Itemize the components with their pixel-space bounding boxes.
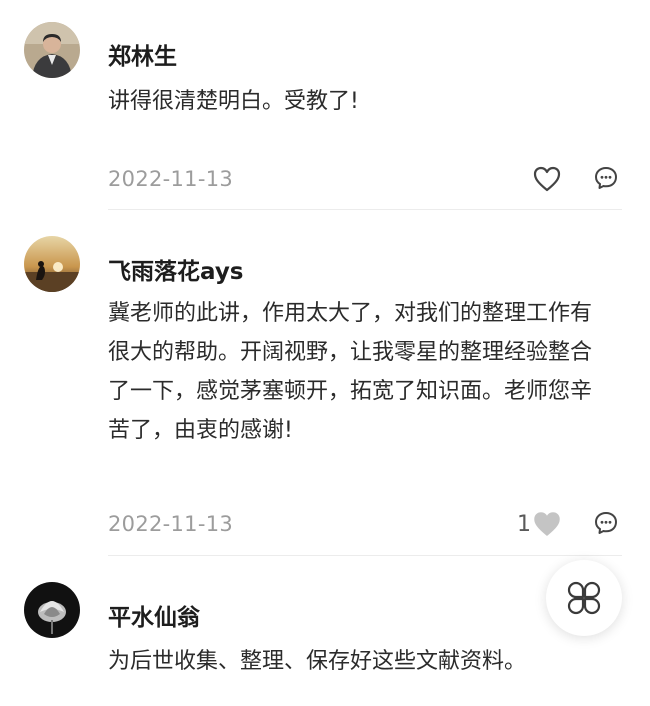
comment-item: 飞雨落花ays 冀老师的此讲，作用太大了，对我们的整理工作有很大的帮助。开阔视野… xyxy=(0,210,650,556)
avatar[interactable] xyxy=(24,236,80,292)
avatar[interactable] xyxy=(24,22,80,78)
comment-text: 讲得很清楚明白。受教了! xyxy=(108,89,359,114)
like-button[interactable]: 1 xyxy=(514,509,564,539)
author-name[interactable]: 平水仙翁 xyxy=(108,598,200,632)
floating-menu-button[interactable] xyxy=(546,560,622,636)
comment-item: 郑林生 讲得很清楚明白。受教了! 2022-11-13 xyxy=(0,0,650,210)
like-button[interactable] xyxy=(530,164,562,194)
comment-bubble-icon xyxy=(595,167,617,189)
reply-button[interactable] xyxy=(592,164,620,192)
author-name[interactable]: 飞雨落花ays xyxy=(108,252,244,286)
avatar[interactable] xyxy=(24,582,80,638)
heart-icon xyxy=(534,512,560,536)
author-name[interactable]: 郑林生 xyxy=(108,37,177,71)
comment-text: 为后世收集、整理、保存好这些文献资料。 xyxy=(108,649,527,674)
comment-date: 2022-11-13 xyxy=(108,512,234,536)
reply-button[interactable] xyxy=(592,509,620,537)
four-leaf-grid-icon xyxy=(567,581,601,615)
comment-date: 2022-11-13 xyxy=(108,167,234,191)
comment-bubble-icon xyxy=(595,512,617,534)
heart-icon xyxy=(533,166,561,192)
comment-text: 冀老师的此讲，作用太大了，对我们的整理工作有很大的帮助。开阔视野，让我零星的整理… xyxy=(108,301,593,443)
like-count: 1 xyxy=(517,511,531,537)
